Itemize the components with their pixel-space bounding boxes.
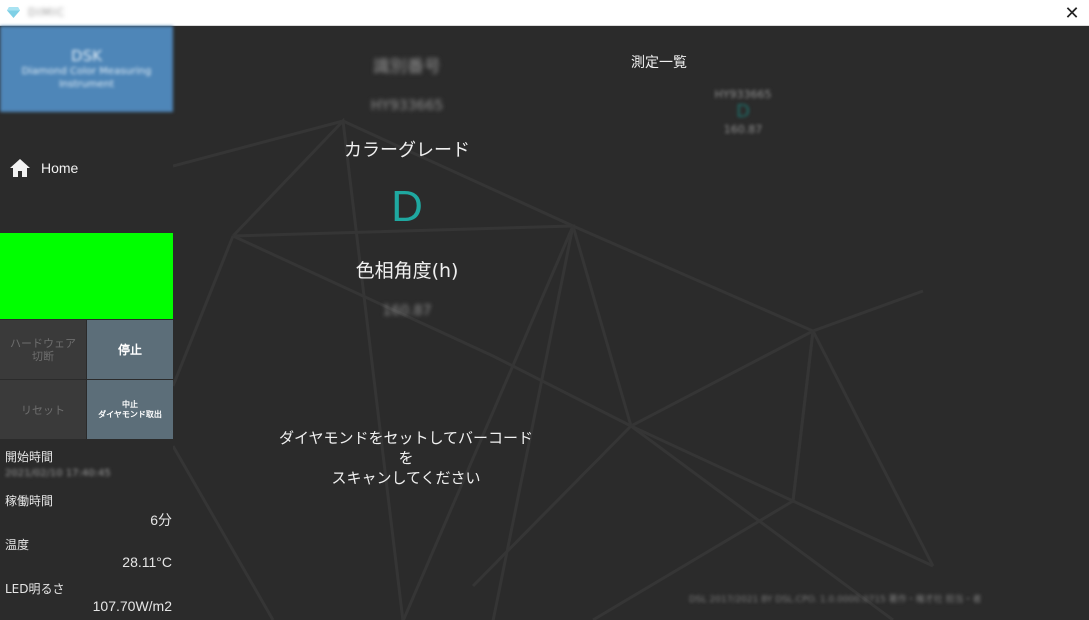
serial-number-label: 識別番号	[373, 57, 441, 77]
serial-number-value: HY933665	[370, 98, 444, 114]
led-brightness-label: LED明るさ	[5, 582, 65, 596]
footer-note: DSL 2017/2021 BY DSL.CPO. 1.0.0000.0715 …	[689, 595, 982, 605]
hardware-disconnect-button[interactable]: ハードウェア 切断	[0, 320, 86, 379]
hardware-button-line2: 切断	[32, 349, 54, 363]
hardware-button-line1: ハードウェア	[10, 336, 76, 350]
diamond-icon	[6, 6, 20, 20]
brand-subtitle: Diamond Color Measuring Instrument	[21, 66, 152, 90]
list-item-serial: HY933665	[714, 88, 772, 101]
uptime-value: 6分	[150, 512, 172, 528]
reset-button[interactable]: リセット	[0, 380, 86, 439]
list-item-hue: 160.87	[723, 123, 763, 136]
brand-name: DSK	[71, 47, 102, 65]
color-grade-label: カラーグレード	[344, 140, 470, 161]
led-brightness-value: 107.70W/m2	[92, 598, 172, 614]
list-item-grade: D	[736, 101, 750, 122]
sidebar: DSK Diamond Color Measuring Instrument H…	[0, 26, 173, 620]
main-panel: 識別番号 HY933665 カラーグレード D 色相角度(h) 160.87 ダ…	[173, 26, 1089, 620]
title-bar: DIMIC ✕	[0, 0, 1089, 26]
instruction-line2: スキャンしてください	[331, 469, 481, 487]
measurement-list-item[interactable]: HY933665 D 160.87	[693, 88, 793, 136]
start-time-value: 2021/02/10 17:40:45	[5, 468, 111, 479]
measurement-list-title: 測定一覧	[631, 55, 687, 71]
window-title: DIMIC	[28, 6, 66, 19]
start-time-label: 開始時間	[5, 450, 54, 464]
hue-angle-label: 色相角度(h)	[355, 260, 459, 282]
close-button[interactable]: ✕	[1055, 0, 1089, 26]
abort-eject-button[interactable]: 中止 ダイヤモンド取出	[87, 380, 173, 439]
nav-home[interactable]: Home	[0, 150, 173, 186]
nav-home-label: Home	[41, 160, 79, 176]
control-buttons: ハードウェア 切断 停止 リセット 中止 ダイヤモンド取出	[0, 320, 173, 439]
color-grade-value: D	[391, 182, 423, 231]
status-indicator	[0, 233, 173, 319]
instruction-line1: ダイヤモンドをセットしてバーコードを	[278, 429, 534, 467]
stop-button[interactable]: 停止	[87, 320, 173, 379]
abort-button-line2: ダイヤモンド取出	[98, 409, 162, 419]
hue-angle-value: 160.87	[382, 303, 432, 319]
uptime-label: 稼働時間	[5, 494, 54, 508]
scan-instruction: ダイヤモンドをセットしてバーコードを スキャンしてください	[273, 428, 539, 488]
temperature-value: 28.11°C	[122, 554, 172, 570]
temperature-label: 温度	[5, 538, 30, 552]
brand-logo: DSK Diamond Color Measuring Instrument	[0, 26, 173, 112]
background-network-pattern	[173, 117, 935, 620]
abort-button-line1: 中止	[121, 399, 138, 409]
home-icon	[10, 159, 30, 177]
